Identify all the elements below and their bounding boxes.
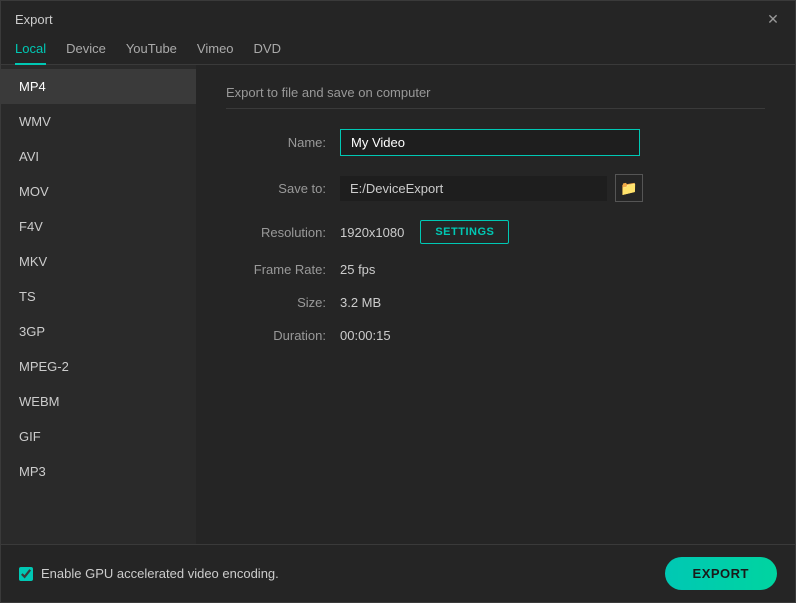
browse-folder-button[interactable]: 📁 (615, 174, 643, 202)
tab-vimeo[interactable]: Vimeo (197, 35, 234, 64)
format-item-mov[interactable]: MOV (1, 174, 196, 209)
size-row: Size: 3.2 MB (226, 295, 765, 310)
gpu-check-row: Enable GPU accelerated video encoding. (19, 566, 279, 581)
name-input[interactable] (340, 129, 640, 156)
format-item-mp3[interactable]: MP3 (1, 454, 196, 489)
save-to-row: Save to: E:/DeviceExport 📁 (226, 174, 765, 202)
format-item-gif[interactable]: GIF (1, 419, 196, 454)
frame-rate-row: Frame Rate: 25 fps (226, 262, 765, 277)
right-panel: Export to file and save on computer Name… (196, 65, 795, 544)
format-item-wmv[interactable]: WMV (1, 104, 196, 139)
tab-bar: Local Device YouTube Vimeo DVD (1, 35, 795, 65)
duration-label: Duration: (226, 328, 326, 343)
frame-rate-value: 25 fps (340, 262, 375, 277)
gpu-checkbox[interactable] (19, 567, 33, 581)
size-value: 3.2 MB (340, 295, 381, 310)
folder-icon: 📁 (620, 180, 637, 197)
title-bar: Export ✕ (1, 1, 795, 35)
resolution-row: Resolution: 1920x1080 SETTINGS (226, 220, 765, 244)
format-list: MP4 WMV AVI MOV F4V MKV TS 3GP MPEG-2 WE… (1, 65, 196, 544)
frame-rate-label: Frame Rate: (226, 262, 326, 277)
size-label: Size: (226, 295, 326, 310)
save-to-label: Save to: (226, 181, 326, 196)
close-button[interactable]: ✕ (765, 11, 781, 27)
resolution-value: 1920x1080 (340, 225, 404, 240)
tab-youtube[interactable]: YouTube (126, 35, 177, 64)
tab-dvd[interactable]: DVD (254, 35, 281, 64)
tab-local[interactable]: Local (15, 35, 46, 64)
format-item-avi[interactable]: AVI (1, 139, 196, 174)
export-button[interactable]: EXPORT (665, 557, 777, 590)
tab-device[interactable]: Device (66, 35, 106, 64)
save-to-container: E:/DeviceExport 📁 (340, 174, 643, 202)
duration-row: Duration: 00:00:15 (226, 328, 765, 343)
format-item-mkv[interactable]: MKV (1, 244, 196, 279)
format-item-ts[interactable]: TS (1, 279, 196, 314)
name-row: Name: (226, 129, 765, 156)
resolution-label: Resolution: (226, 225, 326, 240)
export-window: Export ✕ Local Device YouTube Vimeo DVD … (0, 0, 796, 603)
gpu-label: Enable GPU accelerated video encoding. (41, 566, 279, 581)
format-item-3gp[interactable]: 3GP (1, 314, 196, 349)
format-item-webm[interactable]: WEBM (1, 384, 196, 419)
name-label: Name: (226, 135, 326, 150)
save-to-path: E:/DeviceExport (340, 176, 607, 201)
main-content: MP4 WMV AVI MOV F4V MKV TS 3GP MPEG-2 WE… (1, 65, 795, 544)
resolution-value-row: 1920x1080 SETTINGS (340, 220, 509, 244)
format-item-mpeg2[interactable]: MPEG-2 (1, 349, 196, 384)
format-item-mp4[interactable]: MP4 (1, 69, 196, 104)
duration-value: 00:00:15 (340, 328, 391, 343)
bottom-bar: Enable GPU accelerated video encoding. E… (1, 544, 795, 602)
format-item-f4v[interactable]: F4V (1, 209, 196, 244)
window-title: Export (15, 12, 53, 27)
panel-title: Export to file and save on computer (226, 85, 765, 109)
settings-button[interactable]: SETTINGS (420, 220, 509, 244)
